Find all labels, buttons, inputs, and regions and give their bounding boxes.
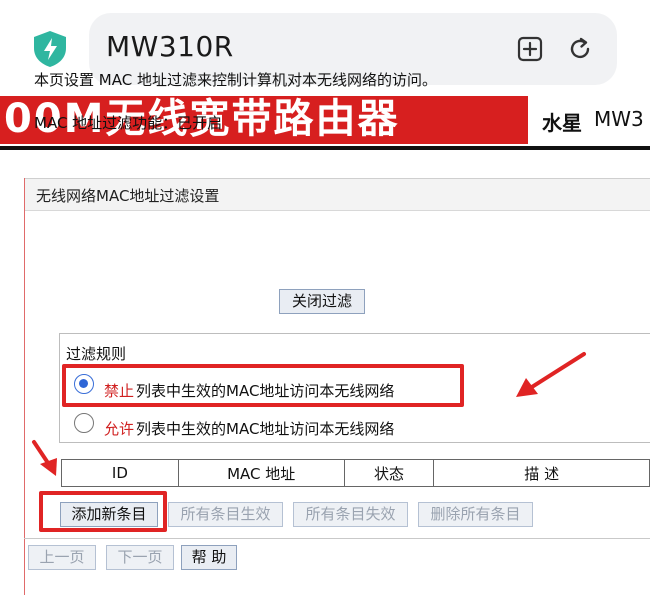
reload-icon[interactable] xyxy=(566,35,594,63)
page-description: 本页设置 MAC 地址过滤来控制计算机对本无线网络的访问。 xyxy=(34,71,437,89)
brand-name: 水星 xyxy=(542,111,582,135)
shield-icon[interactable] xyxy=(32,30,68,68)
enable-all-button[interactable]: 所有条目生效 xyxy=(168,502,283,527)
url-text[interactable]: MW310R xyxy=(106,30,234,63)
delete-all-button[interactable]: 删除所有条目 xyxy=(418,502,533,527)
arrow-icon-add xyxy=(32,440,57,476)
allow-label-key: 允许 xyxy=(104,420,135,438)
disable-all-button[interactable]: 所有条目失效 xyxy=(293,502,408,527)
next-page-button[interactable]: 下一页 xyxy=(106,545,174,570)
brand-box: 水星 MW3 xyxy=(528,96,650,144)
help-button[interactable]: 帮 助 xyxy=(181,545,237,570)
bookmark-add-icon[interactable] xyxy=(516,35,544,63)
panel-title: 无线网络MAC地址过滤设置 xyxy=(36,187,220,205)
arrow-icon-deny xyxy=(516,352,586,397)
filter-status-label: MAC 地址过滤功能：已开启 xyxy=(34,114,223,132)
allow-label-text: 列表中生效的MAC地址访问本无线网络 xyxy=(136,420,395,438)
mac-table: ID MAC 地址 状态 描 述 xyxy=(61,459,650,487)
panel-header: 无线网络MAC地址过滤设置 xyxy=(25,178,650,211)
table-header-row: ID MAC 地址 状态 描 述 xyxy=(61,459,650,487)
deny-highlight-box xyxy=(62,364,464,407)
prev-page-button[interactable]: 上一页 xyxy=(28,545,96,570)
banner-divider xyxy=(0,146,650,150)
col-description: 描 述 xyxy=(433,459,650,487)
add-entry-button[interactable]: 添加新条目 xyxy=(60,502,158,527)
col-mac: MAC 地址 xyxy=(177,459,345,487)
col-id: ID xyxy=(61,459,179,487)
pager-divider xyxy=(24,538,650,539)
close-filter-button[interactable]: 关闭过滤 xyxy=(279,289,365,314)
brand-model: MW3 xyxy=(594,107,644,131)
col-status: 状态 xyxy=(343,459,435,487)
allow-radio[interactable] xyxy=(74,413,94,433)
filter-rules-legend: 过滤规则 xyxy=(66,345,127,363)
